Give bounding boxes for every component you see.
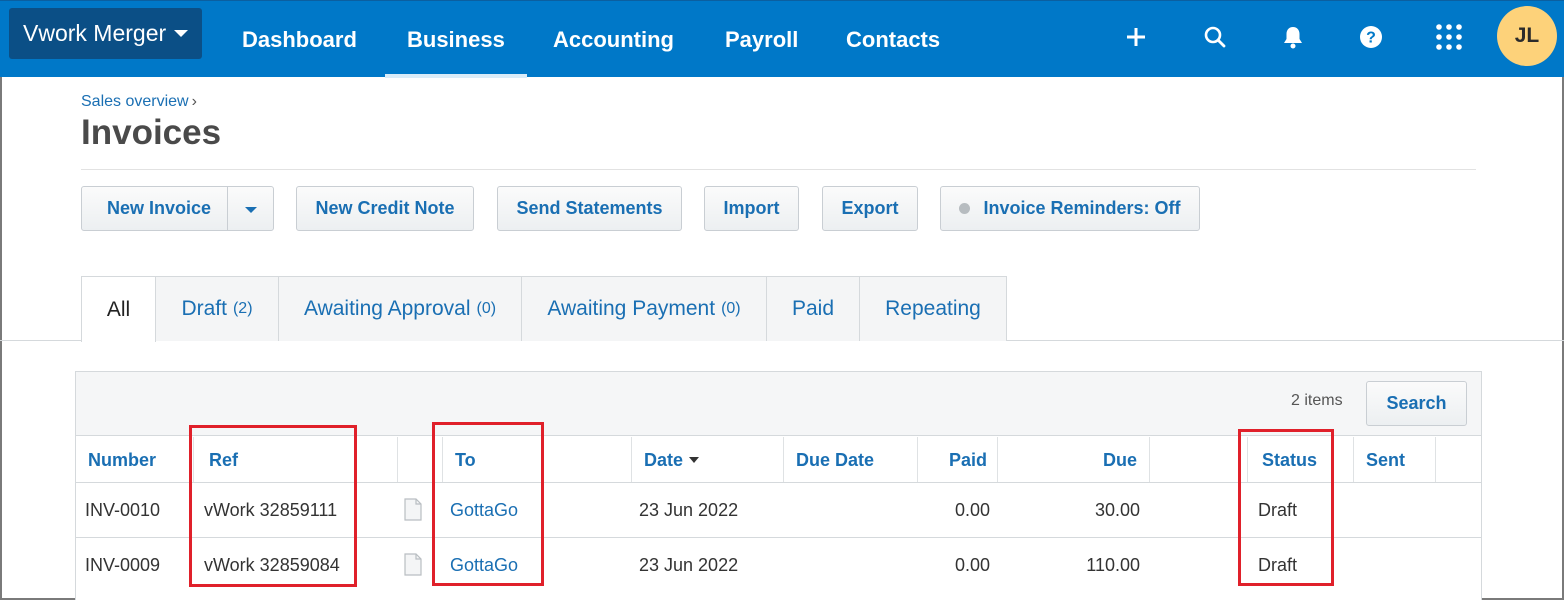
- tab-count: (0): [721, 300, 741, 317]
- document-icon[interactable]: [404, 498, 422, 521]
- new-credit-note-button[interactable]: New Credit Note: [296, 186, 474, 231]
- organisation-switcher[interactable]: Vwork Merger: [9, 8, 202, 59]
- column-header-date-label: Date: [644, 449, 684, 470]
- column-header-due-date[interactable]: Due Date: [796, 437, 874, 483]
- breadcrumb-sales-overview[interactable]: Sales overview: [81, 93, 189, 110]
- tab-count: (0): [476, 300, 497, 317]
- column-separator: [631, 437, 632, 483]
- column-header-ref[interactable]: Ref: [209, 437, 238, 483]
- tab-awaiting-approval[interactable]: Awaiting Approval (0): [278, 276, 522, 341]
- split-divider: [227, 187, 228, 230]
- new-invoice-split-button: New Invoice: [81, 186, 274, 231]
- tab-repeating[interactable]: Repeating: [859, 276, 1007, 341]
- org-name: Vwork Merger: [23, 20, 167, 46]
- column-separator: [1149, 437, 1150, 483]
- cell-ref: vWork 32859084: [204, 554, 340, 575]
- nav-accounting[interactable]: Accounting: [553, 1, 674, 78]
- tab-count: (2): [232, 300, 253, 317]
- nav-contacts[interactable]: Contacts: [846, 1, 940, 78]
- chevron-down-icon: [174, 30, 189, 37]
- column-header-sent[interactable]: Sent: [1366, 437, 1405, 483]
- cell-number: INV-0009: [85, 554, 161, 575]
- breadcrumb-separator: ›: [191, 93, 197, 110]
- cell-paid: 0.00: [954, 554, 990, 575]
- cell-to-contact-link[interactable]: GottaGo: [450, 538, 518, 592]
- invoice-reminders-label: Invoice Reminders: Off: [983, 198, 1181, 218]
- search-button[interactable]: Search: [1366, 381, 1467, 426]
- cell-ref: vWork 32859111: [204, 499, 338, 520]
- column-separator: [783, 437, 784, 483]
- search-icon[interactable]: [1193, 15, 1237, 59]
- import-button[interactable]: Import: [704, 186, 799, 231]
- table-toolbar: 2 items Search: [76, 372, 1481, 436]
- svg-text:?: ?: [1366, 30, 1376, 47]
- column-separator: [442, 437, 443, 483]
- user-avatar[interactable]: JL: [1497, 6, 1557, 66]
- column-separator: [193, 437, 194, 483]
- tab-paid[interactable]: Paid: [766, 276, 860, 341]
- cell-date: 23 Jun 2022: [639, 499, 739, 520]
- apps-grid-icon[interactable]: [1427, 15, 1471, 59]
- breadcrumb: Sales overview ›: [81, 93, 197, 111]
- column-header-paid[interactable]: Paid: [918, 437, 987, 483]
- help-icon[interactable]: ?: [1349, 15, 1393, 59]
- tab-awaiting-payment[interactable]: Awaiting Payment (0): [521, 276, 767, 341]
- tab-all[interactable]: All: [81, 276, 156, 342]
- invoice-reminders-button[interactable]: Invoice Reminders: Off: [940, 186, 1200, 231]
- cell-number: INV-0010: [85, 499, 161, 520]
- cell-to-contact-link[interactable]: GottaGo: [450, 483, 518, 537]
- items-count: 2 items: [1291, 392, 1343, 409]
- invoices-table-panel: 2 items Search Number Ref To Date Due Da…: [75, 371, 1482, 600]
- column-separator: [1353, 437, 1354, 483]
- column-header-number[interactable]: Number: [88, 437, 156, 483]
- export-button[interactable]: Export: [822, 186, 918, 231]
- nav-dashboard[interactable]: Dashboard: [242, 1, 357, 78]
- send-statements-button[interactable]: Send Statements: [497, 186, 682, 231]
- document-icon[interactable]: [404, 553, 422, 576]
- tab-draft[interactable]: Draft (2): [155, 276, 279, 341]
- cell-date: 23 Jun 2022: [639, 554, 739, 575]
- column-header-status[interactable]: Status: [1262, 437, 1317, 483]
- plus-icon[interactable]: [1114, 15, 1158, 59]
- tab-label: All: [106, 297, 131, 321]
- top-navigation-bar: Vwork Merger Dashboard Business Accounti…: [0, 0, 1564, 78]
- cell-paid: 0.00: [954, 499, 990, 520]
- page-title: Invoices: [81, 113, 222, 152]
- column-separator: [1435, 437, 1436, 483]
- cell-due: 30.00: [1094, 499, 1140, 520]
- tab-label: Paid: [791, 297, 835, 320]
- nav-business[interactable]: Business: [385, 1, 527, 78]
- new-invoice-button[interactable]: New Invoice: [107, 198, 211, 219]
- column-separator: [397, 437, 398, 483]
- tab-label: Repeating: [885, 297, 981, 320]
- column-header-date[interactable]: Date: [644, 437, 700, 483]
- divider: [81, 169, 1476, 170]
- cell-due: 110.00: [1086, 554, 1140, 575]
- chevron-down-icon[interactable]: [245, 207, 257, 213]
- column-separator: [1247, 437, 1248, 483]
- cell-status: Draft: [1258, 554, 1298, 575]
- bell-icon[interactable]: [1271, 15, 1315, 59]
- column-header-due[interactable]: Due: [998, 437, 1137, 483]
- sort-descending-icon: [689, 457, 700, 463]
- cell-status: Draft: [1258, 499, 1298, 520]
- nav-payroll[interactable]: Payroll: [725, 1, 798, 78]
- tab-label: Awaiting Approval: [303, 297, 471, 320]
- column-header-to[interactable]: To: [455, 437, 476, 483]
- status-dot-icon: [959, 203, 971, 214]
- tab-label: Awaiting Payment: [547, 297, 716, 320]
- tab-label: Draft: [181, 297, 227, 320]
